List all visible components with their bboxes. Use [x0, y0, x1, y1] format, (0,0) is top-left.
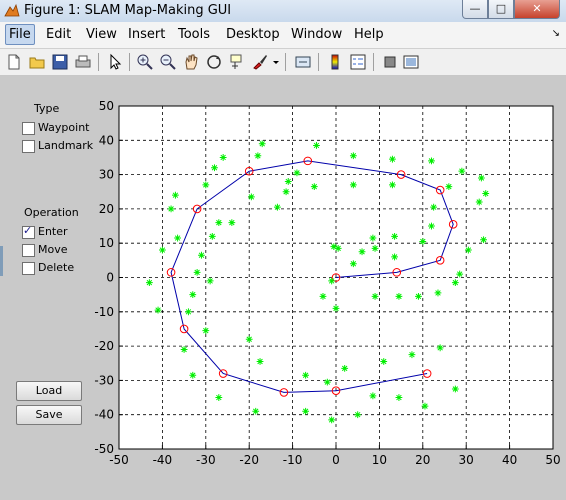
- rotate-3d-icon[interactable]: [205, 53, 223, 71]
- landmark-marker: [211, 164, 218, 172]
- landmark-marker: [302, 371, 310, 379]
- y-tick-label: 30: [99, 168, 114, 182]
- brush-icon[interactable]: [251, 53, 269, 71]
- hide-plot-tools-icon[interactable]: [381, 53, 399, 71]
- x-tick-label: 20: [415, 453, 430, 467]
- landmark-marker: [189, 291, 197, 299]
- landmark-marker: [451, 385, 459, 393]
- menu-overflow-arrow[interactable]: ↘: [552, 28, 560, 39]
- landmark-marker: [475, 198, 483, 206]
- legend-icon[interactable]: [349, 53, 367, 71]
- y-tick-label: 0: [106, 271, 114, 285]
- toolbar-separator: [318, 53, 319, 71]
- zoom-out-icon[interactable]: [159, 53, 177, 71]
- toolbar-separator: [285, 53, 286, 71]
- menu-help[interactable]: Help: [354, 27, 384, 42]
- landmark-marker: [167, 205, 175, 213]
- landmark-marker: [202, 327, 210, 335]
- show-plot-tools-icon[interactable]: [402, 53, 420, 71]
- landmark-marker: [174, 234, 181, 242]
- landmark-marker: [328, 416, 336, 424]
- menu-bar: File Edit View Insert Tools Desktop Wind…: [0, 22, 566, 49]
- x-tick-label: -20: [239, 453, 259, 467]
- figure-area: Type Waypoint Landmark Operation ✓ Enter…: [0, 76, 566, 500]
- menu-tools[interactable]: Tools: [178, 27, 210, 42]
- menu-view[interactable]: View: [86, 27, 117, 42]
- landmark-marker: [445, 183, 453, 191]
- landmark-marker: [172, 191, 179, 199]
- y-tick-label: -50: [94, 442, 114, 456]
- toolbar-separator: [129, 53, 130, 71]
- toolbar-separator: [373, 53, 374, 71]
- y-tick-label: -30: [94, 373, 114, 387]
- landmark-marker: [215, 219, 223, 227]
- landmark-marker: [464, 246, 472, 254]
- landmark-marker: [430, 203, 438, 211]
- pointer-icon[interactable]: [106, 53, 124, 71]
- landmark-marker: [274, 203, 281, 211]
- title-bar[interactable]: Figure 1: SLAM Map-Making GUI — □ ✕: [0, 0, 566, 23]
- y-tick-label: 10: [99, 236, 114, 250]
- menu-insert[interactable]: Insert: [128, 27, 165, 42]
- matlab-figure-icon: [4, 3, 20, 17]
- landmark-marker: [371, 244, 379, 252]
- y-tick-label: 50: [99, 99, 114, 113]
- landmark-marker: [421, 402, 429, 410]
- y-tick-label: 20: [99, 202, 114, 216]
- brush-dropdown-icon[interactable]: [271, 53, 281, 71]
- landmark-marker: [180, 346, 188, 353]
- landmark-marker: [480, 236, 487, 244]
- window-title: Figure 1: SLAM Map-Making GUI: [24, 3, 232, 18]
- x-tick-label: 30: [459, 453, 474, 467]
- y-tick-label: 40: [99, 133, 114, 147]
- minimize-button[interactable]: —: [462, 0, 488, 19]
- menu-file[interactable]: File: [5, 24, 35, 45]
- link-icon[interactable]: [294, 53, 312, 71]
- landmark-marker: [208, 232, 216, 240]
- map-axes[interactable]: -50 -40 -30 -20 -10 0 10 20 30 40 50-50-40-30-20-1…: [0, 76, 566, 500]
- x-tick-label: 50: [545, 453, 560, 467]
- new-figure-icon[interactable]: [5, 53, 23, 71]
- menu-window[interactable]: Window: [291, 27, 342, 42]
- landmark-marker: [247, 193, 255, 201]
- landmark-marker: [436, 344, 444, 352]
- x-tick-label: -30: [196, 453, 216, 467]
- x-tick-label: -10: [283, 453, 303, 467]
- zoom-in-icon[interactable]: [136, 53, 154, 71]
- print-icon[interactable]: [74, 53, 92, 71]
- pan-icon[interactable]: [182, 53, 200, 71]
- landmark-marker: [219, 154, 227, 161]
- landmark-marker: [189, 371, 197, 379]
- landmark-marker: [313, 142, 320, 149]
- figure-toolbar: [0, 49, 566, 76]
- landmark-marker: [358, 248, 366, 256]
- y-tick-label: -40: [94, 408, 114, 422]
- landmark-marker: [228, 219, 236, 227]
- landmark-marker: [258, 140, 266, 148]
- colorbar-icon[interactable]: [326, 53, 344, 71]
- landmark-marker: [282, 188, 290, 196]
- x-tick-label: 0: [332, 453, 340, 467]
- x-tick-label: 10: [372, 453, 387, 467]
- y-tick-label: -10: [94, 305, 114, 319]
- landmark-marker: [198, 251, 205, 259]
- landmark-marker: [391, 232, 398, 240]
- save-icon[interactable]: [51, 53, 69, 71]
- close-button[interactable]: ✕: [514, 0, 560, 19]
- landmark-marker: [293, 169, 301, 177]
- open-file-icon[interactable]: [28, 53, 46, 71]
- x-tick-label: 40: [502, 453, 517, 467]
- maximize-button[interactable]: □: [488, 0, 514, 19]
- toolbar-separator: [98, 53, 99, 71]
- landmark-marker: [159, 246, 166, 254]
- data-cursor-icon[interactable]: [228, 53, 246, 71]
- menu-desktop[interactable]: Desktop: [226, 27, 280, 42]
- x-tick-label: -40: [153, 453, 173, 467]
- y-tick-label: -20: [94, 339, 114, 353]
- menu-edit[interactable]: Edit: [46, 27, 71, 42]
